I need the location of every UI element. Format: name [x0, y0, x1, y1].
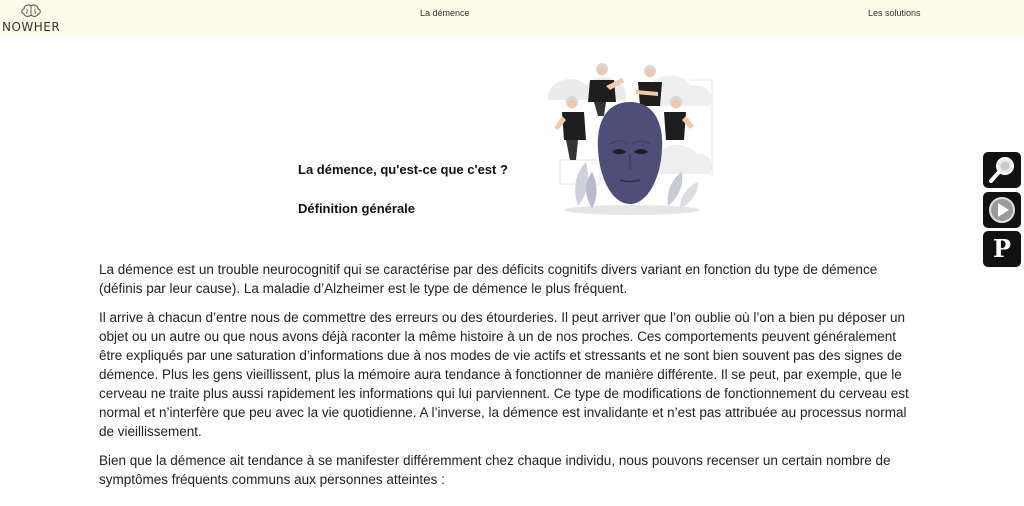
page-title: La démence, qu'est-ce que c'est ?	[298, 162, 508, 177]
logo-text: NOWHER	[2, 20, 61, 34]
p-button[interactable]: P	[983, 231, 1021, 267]
nav-link-solutions[interactable]: Les solutions	[868, 8, 921, 18]
magnifier-button[interactable]	[983, 152, 1021, 188]
dementia-illustration	[548, 63, 713, 215]
paragraph-definition: La démence est un trouble neurocognitif …	[99, 262, 878, 296]
magnifier-icon	[989, 157, 1014, 183]
paragraph-normal-aging: Il arrive à chacun d’entre nous de comme…	[99, 310, 909, 439]
nav-link-dementia[interactable]: La démence	[420, 8, 470, 18]
top-navbar: NOWHER La démence Les solutions	[0, 0, 1024, 36]
main-content: La démence est un trouble neurocognitif …	[99, 260, 919, 499]
section-subtitle: Définition générale	[298, 201, 416, 216]
paragraph-symptoms-intro: Bien que la démence ait tendance à se ma…	[99, 453, 891, 487]
brain-icon	[21, 4, 41, 17]
p-icon: P	[992, 234, 1012, 263]
site-logo[interactable]: NOWHER	[2, 3, 62, 35]
play-icon	[989, 197, 1015, 223]
play-button[interactable]	[983, 192, 1021, 228]
